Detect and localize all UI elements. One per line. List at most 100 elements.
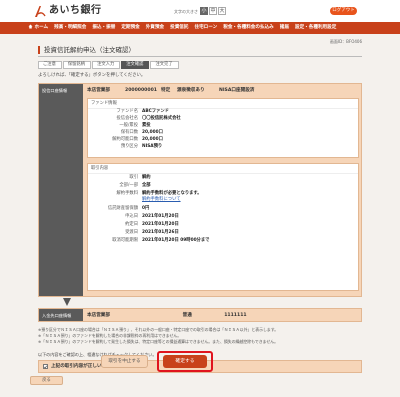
order-info-key: 全部/一部 bbox=[119, 183, 138, 188]
panel-side: 投信口座情報 bbox=[39, 84, 83, 296]
fund-info-value: 累投 bbox=[142, 123, 151, 128]
nav-item-foreign-deposit[interactable]: 外貨預金 bbox=[146, 25, 164, 31]
order-info-row: 解約手数料について bbox=[88, 197, 181, 202]
fund-info-value: ABCファンド bbox=[142, 109, 169, 114]
deposit-branch: 本店営業部 bbox=[87, 312, 110, 318]
fund-info-value: NISA預り bbox=[142, 144, 163, 149]
nav-item-home[interactable]: ホーム bbox=[28, 24, 48, 32]
fund-account-panel: 投信口座情報 本店営業部 2000000001 特定 源泉徴収あり NISA口座… bbox=[38, 83, 362, 297]
top-bar: あいち銀行 文字の大きさ 小 中 大 ログアウト bbox=[0, 0, 400, 22]
fund-info-key: 預り区分 bbox=[120, 144, 138, 149]
deposit-account-number: 1111111 bbox=[224, 312, 247, 318]
order-info-row: 受渡日 2021年01月26日 bbox=[88, 230, 179, 235]
fund-withholding: 源泉徴収あり bbox=[177, 88, 205, 93]
deposit-account-row: 本店営業部 普通 1111111 bbox=[87, 313, 357, 319]
home-icon bbox=[28, 24, 33, 32]
order-info-row: 取消可能期限 2021年01月20日 09時00分まで bbox=[88, 238, 209, 243]
nav-item-investment-trust[interactable]: 投資信託 bbox=[170, 25, 188, 31]
fund-info-row: 預り区分 NISA預り bbox=[88, 144, 162, 149]
nav-item-balance[interactable]: 残高・明細照会 bbox=[54, 25, 86, 31]
font-size-small-button[interactable]: 小 bbox=[200, 7, 208, 15]
order-info-key: 取消可能期限 bbox=[112, 238, 138, 243]
progress-steps: ご注意 保留銘柄 注文入力 注文確認 注文完了 bbox=[38, 61, 180, 69]
font-size-large-button[interactable]: 大 bbox=[218, 7, 226, 15]
screen-id: 画面ID：BFO406 bbox=[329, 39, 362, 44]
order-info-row: 取引 解約 bbox=[88, 175, 151, 180]
confirm-checkbox[interactable] bbox=[43, 364, 48, 369]
back-button[interactable]: 戻る bbox=[30, 376, 63, 385]
fund-info-key: 保有口数 bbox=[120, 130, 138, 135]
fund-info-value: 20,000口 bbox=[142, 130, 163, 135]
order-info-key bbox=[88, 197, 138, 202]
fund-info-row: 保有口数 20,000口 bbox=[88, 130, 163, 135]
order-info-row: 申込日 2021年01月20日 bbox=[88, 214, 179, 219]
nav-item-transfer[interactable]: 振込・振替 bbox=[92, 25, 115, 31]
fund-account-row: 本店営業部 2000000001 特定 源泉徴収あり NISA口座開設済 bbox=[87, 88, 357, 94]
order-info-value: 解約手数料が必要となります。 bbox=[142, 191, 202, 196]
fund-info-row: 投信会社名 〇〇投信託株式会社 bbox=[88, 116, 181, 121]
order-info-value: 解約 bbox=[142, 175, 151, 180]
fund-nisa-status: NISA口座開設済 bbox=[219, 88, 255, 93]
font-size-switcher: 文字の大きさ 小 中 大 bbox=[174, 7, 227, 15]
fund-info-value: 20,000口 bbox=[142, 137, 163, 142]
nav-item-notifications[interactable]: 諸届 bbox=[280, 25, 289, 31]
step-order-input: 注文入力 bbox=[92, 61, 121, 69]
deposit-type: 普通 bbox=[182, 312, 192, 318]
bank-logo[interactable]: あいち銀行 bbox=[33, 5, 102, 18]
title-divider bbox=[38, 56, 362, 57]
fund-info-value: 〇〇投信託株式会社 bbox=[142, 116, 181, 121]
fund-info-heading: ファンド情報 bbox=[88, 99, 358, 110]
order-info-value: 2021年01月20日 bbox=[142, 214, 179, 219]
order-info-key: 約定日 bbox=[125, 222, 138, 227]
font-size-medium-button[interactable]: 中 bbox=[209, 7, 217, 15]
fund-info-key: 解約可能口数 bbox=[112, 137, 138, 142]
fund-info-key: 一般/累投 bbox=[119, 123, 138, 128]
bank-name: あいち銀行 bbox=[49, 5, 102, 17]
fund-info-row: 一般/累投 累投 bbox=[88, 123, 151, 128]
order-info-value: 2021年01月20日 09時00分まで bbox=[142, 238, 210, 243]
step-order-complete: 注文完了 bbox=[150, 61, 179, 69]
deposit-account-label: 入金先口座情報 bbox=[42, 312, 72, 318]
page-title: 投資信託解約申込（注文確認） bbox=[38, 46, 362, 55]
order-info-row: 解約手数料 解約手数料が必要となります。 bbox=[88, 191, 202, 196]
order-info-row: 約定日 2021年01月20日 bbox=[88, 222, 179, 227]
font-size-label: 文字の大きさ bbox=[174, 8, 198, 14]
order-info-value: 全部 bbox=[142, 183, 151, 188]
panel-side: 入金先口座情報 bbox=[39, 309, 83, 321]
fund-account-type: 特定 bbox=[161, 88, 171, 93]
order-info-row: 全部/一部 全部 bbox=[88, 183, 151, 188]
notes: ※預り区分でＮＩＳＡ口座の場合は「ＮＩＳＡ預り」、それ以外の一般口座・特定口座で… bbox=[38, 327, 362, 345]
order-info-key: 信託財産留保額 bbox=[107, 206, 138, 211]
order-info-row: 信託財産留保額 0円 bbox=[88, 206, 149, 211]
global-nav: ホーム 残高・明細照会 振込・振替 定期預金 外貨預金 投資信託 住宅ローン 税… bbox=[0, 22, 400, 34]
step-holdings: 保留銘柄 bbox=[62, 61, 92, 69]
order-info-key: 申込日 bbox=[125, 214, 138, 219]
nav-item-settings[interactable]: 設定・各種利用設定 bbox=[295, 25, 336, 31]
fund-info-row: 解約可能口数 20,000口 bbox=[88, 137, 163, 142]
nav-item-time-deposit[interactable]: 定期預金 bbox=[121, 25, 139, 31]
nav-item-label: ホーム bbox=[34, 25, 49, 31]
nav-item-payments[interactable]: 税金・各種料金の払込み bbox=[223, 25, 274, 31]
cancel-transaction-button[interactable]: 取引を中止する bbox=[101, 355, 148, 368]
main-content: 画面ID：BFO406 投資信託解約申込（注文確認） ご注意 保留銘柄 注文入力… bbox=[38, 34, 362, 397]
fund-info-key: ファンド名 bbox=[116, 109, 138, 114]
fund-info-row: ファンド名 ABCファンド bbox=[88, 109, 169, 114]
order-info-heading: 取引内容 bbox=[88, 164, 358, 175]
order-info-value: 2021年01月26日 bbox=[142, 230, 179, 235]
order-info-key: 受渡日 bbox=[125, 230, 138, 235]
order-info-box: 取引内容 取引 解約 全部/一部 全部 解約手数料 解約手数料が必要となります。… bbox=[87, 163, 359, 291]
logout-button[interactable]: ログアウト bbox=[330, 7, 357, 15]
fund-info-box: ファンド情報 ファンド名 ABCファンド 投信会社名 〇〇投信託株式会社 一般/… bbox=[87, 98, 359, 158]
bank-logo-icon bbox=[33, 5, 46, 18]
order-info-value: 0円 bbox=[142, 206, 150, 211]
fund-account-number: 2000000001 bbox=[125, 88, 157, 93]
step-order-confirm: 注文確認 bbox=[121, 61, 150, 69]
fund-info-key: 投信会社名 bbox=[116, 116, 138, 121]
fund-branch: 本店営業部 bbox=[87, 88, 110, 93]
order-info-key: 解約手数料 bbox=[116, 191, 138, 196]
nav-item-housing-loan[interactable]: 住宅ローン bbox=[194, 25, 217, 31]
confirm-button[interactable]: 確定する bbox=[163, 355, 207, 368]
instruction-text: よろしければ、「確定する」ボタンを押してください。 bbox=[38, 73, 146, 78]
fee-info-link[interactable]: 解約手数料について bbox=[142, 197, 181, 202]
step-caution: ご注意 bbox=[38, 61, 62, 69]
